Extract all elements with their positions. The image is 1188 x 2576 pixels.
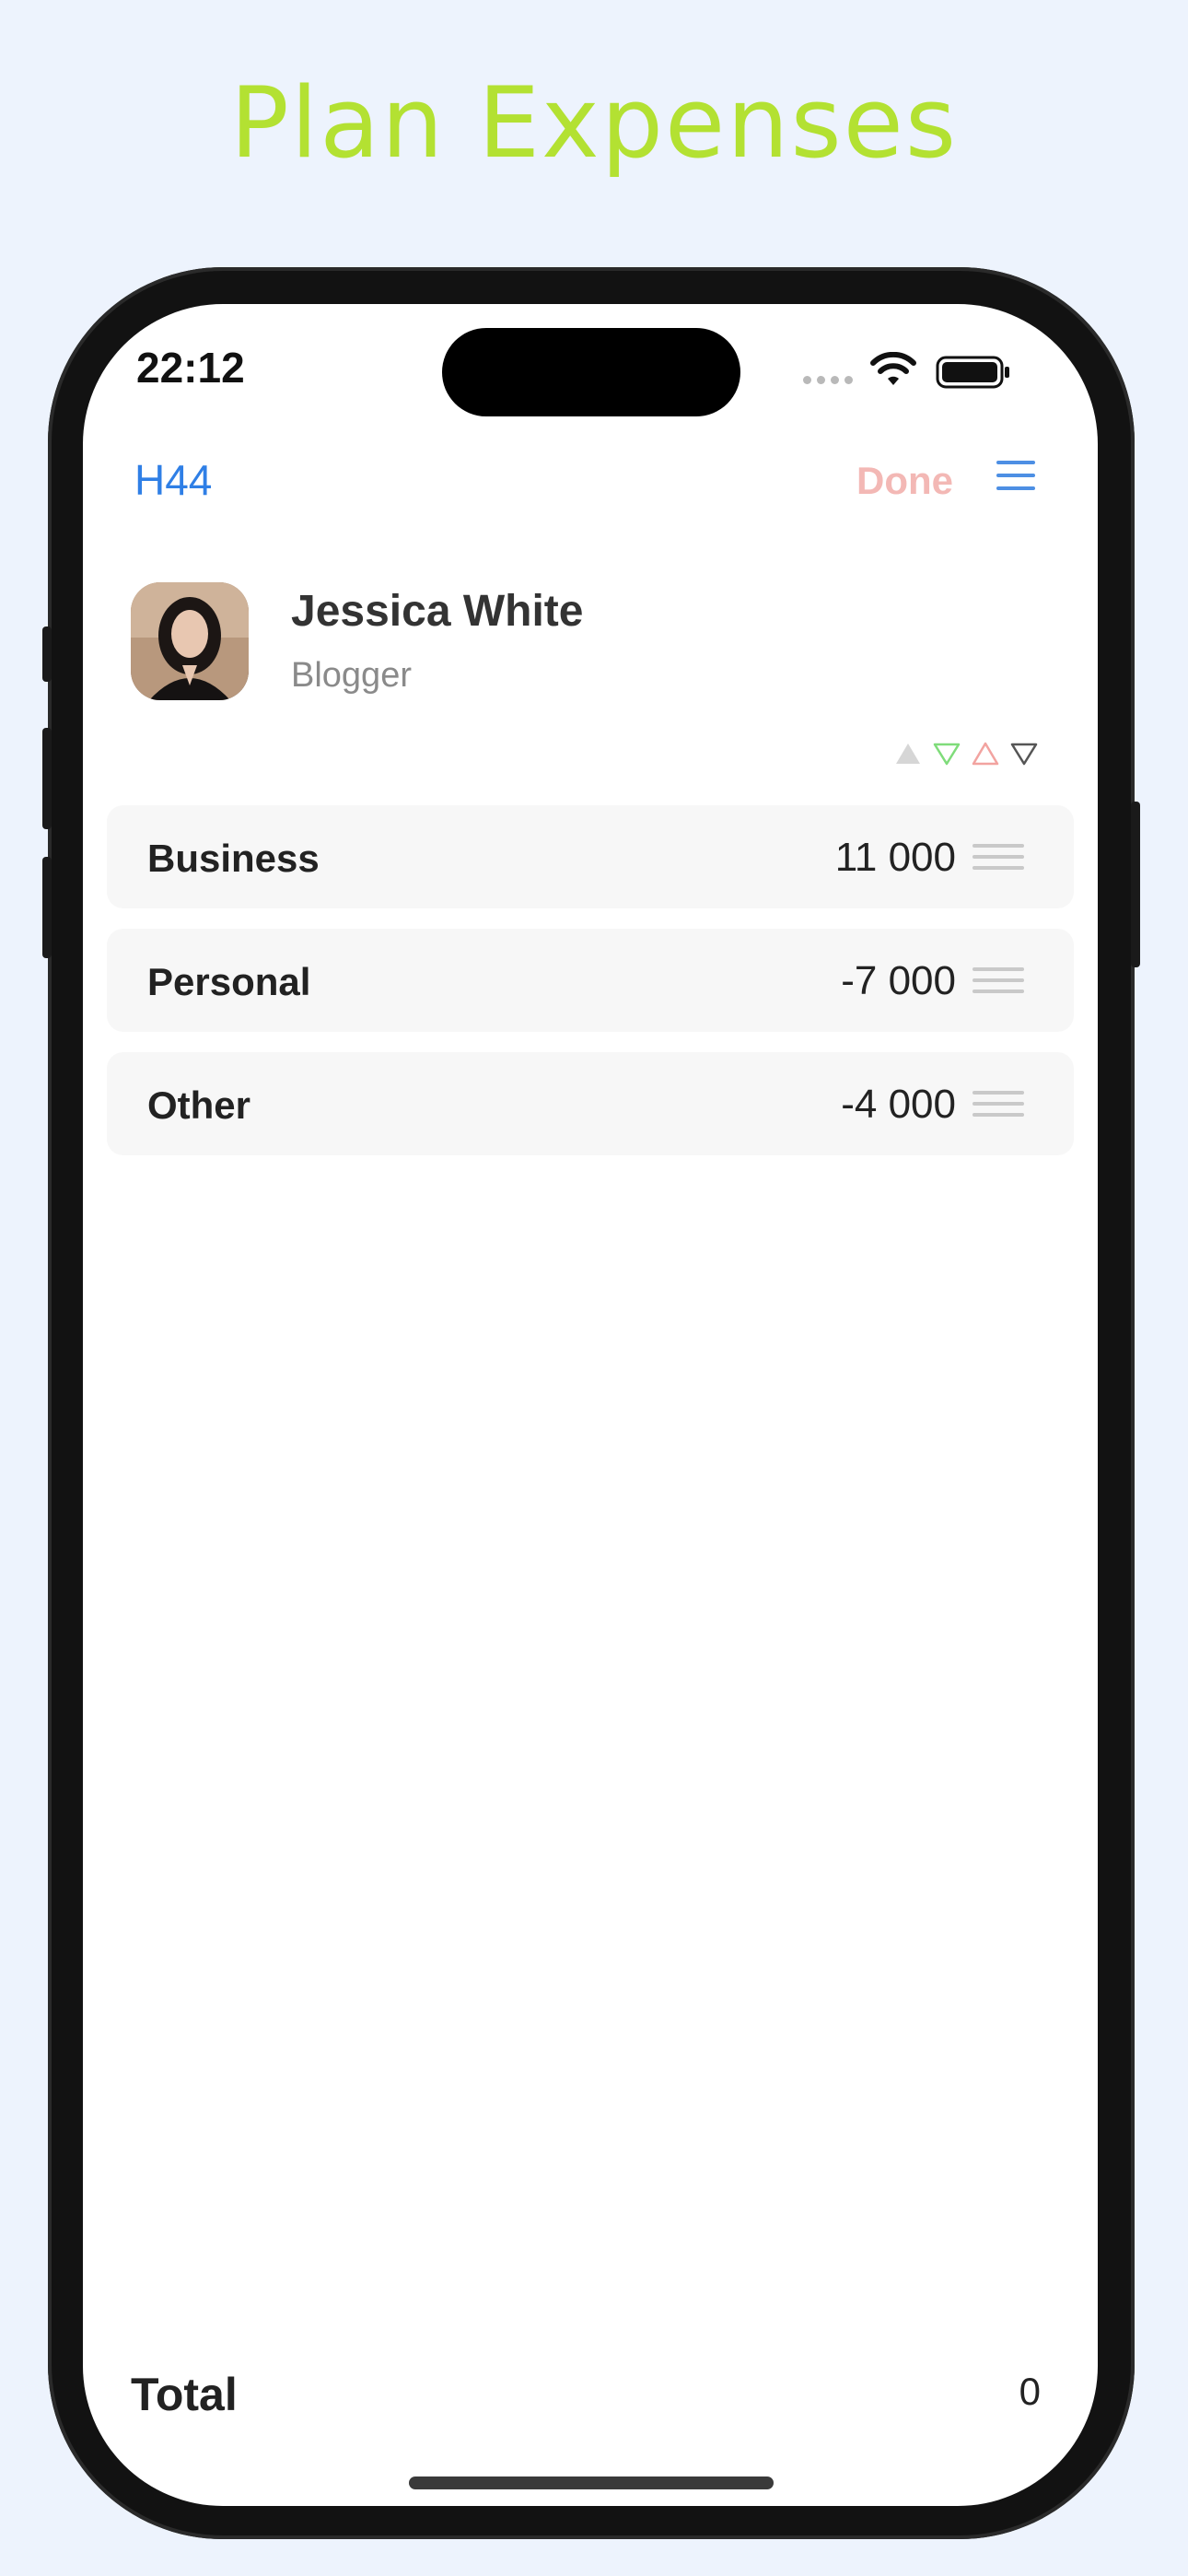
sort-controls bbox=[893, 741, 1039, 767]
battery-icon bbox=[936, 356, 1009, 389]
total-label: Total bbox=[131, 2369, 238, 2420]
row-value: -4 000 bbox=[841, 1082, 956, 1127]
home-indicator[interactable] bbox=[409, 2476, 774, 2489]
profile-role: Blogger bbox=[291, 656, 412, 695]
hamburger-menu-icon[interactable] bbox=[996, 461, 1035, 492]
row-label: Business bbox=[147, 837, 320, 880]
page-headline: Plan Expenses bbox=[229, 66, 959, 180]
sort-all-icon[interactable] bbox=[893, 741, 923, 767]
side-button-volume-up bbox=[42, 728, 52, 829]
wifi-icon bbox=[870, 352, 916, 385]
done-button[interactable]: Done bbox=[856, 459, 953, 503]
list-item-personal[interactable]: Personal -7 000 bbox=[107, 929, 1074, 1032]
row-label: Personal bbox=[147, 960, 311, 1003]
dynamic-island bbox=[442, 328, 740, 416]
user-photo-icon bbox=[131, 582, 249, 700]
profile-name: Jessica White bbox=[291, 587, 584, 636]
sort-down-gray-icon[interactable] bbox=[1009, 741, 1039, 767]
list-item-other[interactable]: Other -4 000 bbox=[107, 1052, 1074, 1155]
nav-back-h44[interactable]: H44 bbox=[134, 455, 212, 505]
status-time: 22:12 bbox=[136, 344, 245, 392]
row-label: Other bbox=[147, 1083, 251, 1127]
total-value: 0 bbox=[1019, 2370, 1041, 2413]
drag-handle-icon[interactable] bbox=[973, 1091, 1024, 1117]
side-button-volume-down bbox=[42, 857, 52, 958]
row-value: -7 000 bbox=[841, 958, 956, 1003]
side-button-power bbox=[1131, 802, 1140, 967]
cellular-signal-icon bbox=[803, 376, 853, 384]
row-value: 11 000 bbox=[834, 835, 956, 880]
drag-handle-icon[interactable] bbox=[973, 967, 1024, 993]
sort-down-green-icon[interactable] bbox=[932, 741, 961, 767]
drag-handle-icon[interactable] bbox=[973, 844, 1024, 870]
side-button-silent bbox=[42, 626, 52, 682]
avatar[interactable] bbox=[131, 582, 249, 700]
sort-up-red-icon[interactable] bbox=[971, 741, 1000, 767]
list-item-business[interactable]: Business 11 000 bbox=[107, 805, 1074, 908]
